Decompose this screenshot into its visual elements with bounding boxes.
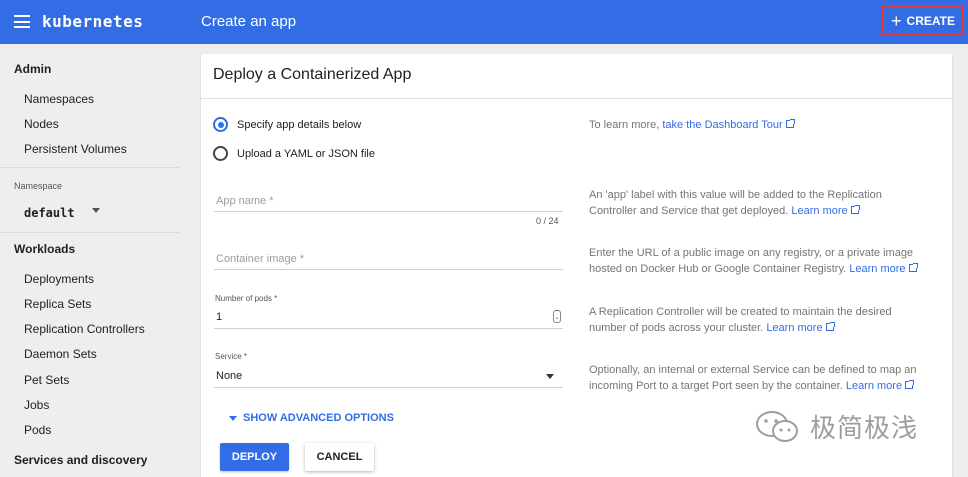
radio-unchecked-icon — [213, 146, 228, 161]
container-image-underline — [214, 269, 563, 270]
radio-checked-icon — [213, 117, 228, 132]
radio-specify-label: Specify app details below — [237, 118, 362, 131]
learn-more-link[interactable]: Learn more — [846, 380, 902, 392]
help-pods-text: A Replication Controller will be created… — [589, 306, 892, 334]
create-button-label: CREATE — [906, 14, 955, 28]
watermark: 极简极浅 — [754, 408, 918, 445]
sidebar: Admin Namespaces Nodes Persistent Volume… — [0, 44, 188, 477]
external-link-icon — [905, 380, 915, 389]
pods-label: Number of pods * — [215, 294, 278, 303]
namespace-label: Namespace — [14, 181, 63, 191]
sidebar-item-deployments[interactable]: Deployments — [24, 272, 94, 286]
sidebar-item-jobs[interactable]: Jobs — [24, 398, 49, 412]
help-pods: A Replication Controller will be created… — [589, 304, 929, 336]
namespace-value: default — [24, 206, 75, 220]
brand-logo[interactable]: kubernetes — [42, 12, 143, 31]
app-name-counter: 0 / 24 — [536, 216, 559, 226]
help-tour: To learn more, take the Dashboard Tour — [589, 117, 929, 133]
advanced-options-label: SHOW ADVANCED OPTIONS — [243, 412, 394, 424]
watermark-text: 极简极浅 — [810, 413, 919, 443]
app-name-input[interactable]: App name * — [216, 195, 273, 207]
pods-input[interactable]: 1 — [216, 311, 222, 323]
sidebar-item-persistent-volumes[interactable]: Persistent Volumes — [24, 142, 127, 156]
caret-down-icon — [229, 415, 237, 421]
wechat-icon — [756, 410, 798, 442]
radio-upload-label: Upload a YAML or JSON file — [237, 147, 375, 160]
card-title: Deploy a Containerized App — [201, 54, 952, 99]
pods-underline — [214, 328, 563, 329]
learn-more-link[interactable]: Learn more — [791, 205, 847, 217]
menu-icon[interactable] — [14, 15, 30, 28]
sidebar-item-nodes[interactable]: Nodes — [24, 117, 59, 131]
sidebar-divider — [0, 167, 180, 168]
top-app-bar: kubernetes Create an app + CREATE — [0, 0, 968, 44]
app-name-underline — [214, 211, 563, 212]
external-link-icon — [908, 263, 918, 272]
help-tour-text: To learn more, — [589, 119, 660, 131]
sidebar-item-pet-sets[interactable]: Pet Sets — [24, 373, 69, 387]
caret-down-icon — [92, 208, 100, 213]
caret-down-icon[interactable] — [546, 374, 554, 379]
dashboard-tour-link[interactable]: take the Dashboard Tour — [662, 119, 782, 131]
service-underline — [214, 387, 563, 388]
show-advanced-options-toggle[interactable]: SHOW ADVANCED OPTIONS — [229, 412, 394, 424]
external-link-icon — [850, 205, 860, 214]
sidebar-item-replica-sets[interactable]: Replica Sets — [24, 297, 91, 311]
service-label: Service * — [215, 352, 248, 361]
sidebar-divider — [0, 232, 180, 233]
help-container-image: Enter the URL of a public image on any r… — [589, 245, 929, 277]
help-service: Optionally, an internal or external Serv… — [589, 362, 929, 394]
sidebar-item-daemon-sets[interactable]: Daemon Sets — [24, 347, 97, 361]
learn-more-link[interactable]: Learn more — [766, 322, 822, 334]
sidebar-header-admin[interactable]: Admin — [14, 62, 51, 76]
sidebar-item-replication-controllers[interactable]: Replication Controllers — [24, 322, 145, 336]
radio-specify-details[interactable]: Specify app details below — [213, 117, 361, 132]
service-select[interactable]: None — [216, 370, 242, 382]
deploy-button[interactable]: DEPLOY — [220, 443, 289, 471]
create-button[interactable]: + CREATE — [882, 6, 964, 36]
help-app-name: An 'app' label with this value will be a… — [589, 187, 929, 219]
container-image-input[interactable]: Container image * — [216, 253, 304, 265]
external-link-icon — [825, 322, 835, 331]
namespace-select[interactable]: default — [24, 204, 102, 222]
plus-icon: + — [891, 11, 902, 31]
cancel-button[interactable]: CANCEL — [305, 443, 374, 471]
learn-more-link[interactable]: Learn more — [849, 263, 905, 275]
page-title: Create an app — [201, 13, 297, 30]
stepper-icon[interactable]: ⌃ ⌄ — [553, 310, 561, 323]
external-link-icon — [785, 119, 795, 128]
sidebar-item-namespaces[interactable]: Namespaces — [24, 92, 94, 106]
sidebar-header-services[interactable]: Services and discovery — [14, 453, 147, 467]
radio-upload-file[interactable]: Upload a YAML or JSON file — [213, 146, 375, 161]
sidebar-item-pods[interactable]: Pods — [24, 423, 51, 437]
sidebar-header-workloads[interactable]: Workloads — [14, 242, 75, 256]
